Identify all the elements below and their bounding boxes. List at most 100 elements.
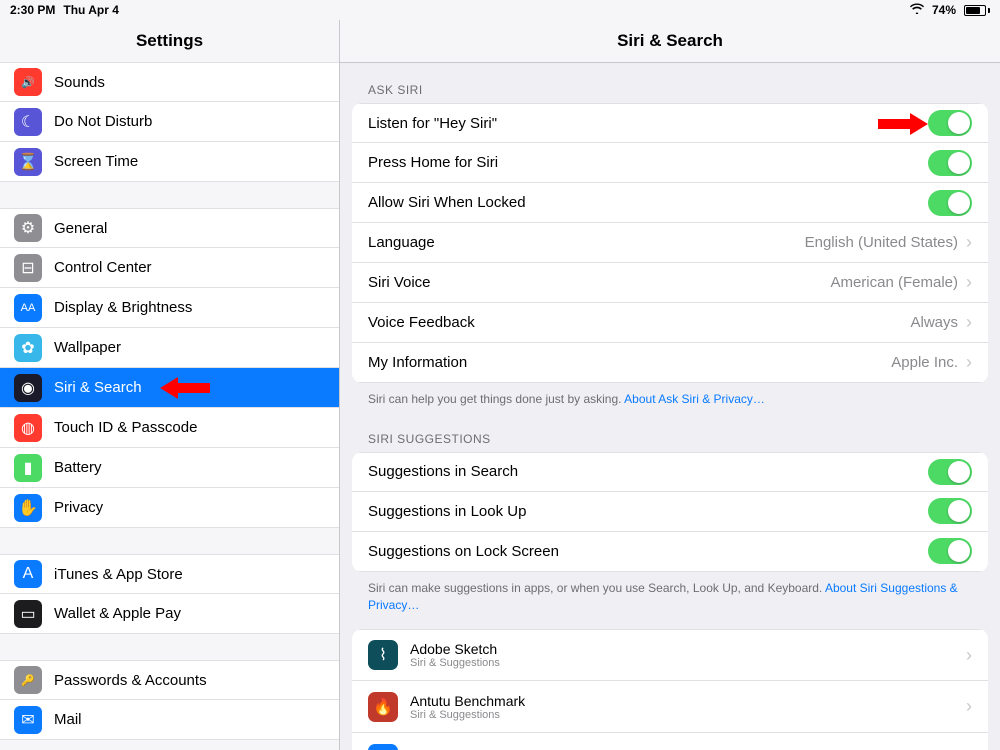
sidebar-item-control-center[interactable]: ⊟ Control Center [0,248,339,288]
app-icon: A [368,744,398,750]
setting-label: Suggestions on Lock Screen [368,543,928,560]
settings-sidebar[interactable]: Settings 🔊 Sounds ☾ Do Not Disturb ⌛ Screen T… [0,20,340,750]
ask-siri-privacy-link[interactable]: About Ask Siri & Privacy… [624,392,765,406]
wallpaper-icon: ✿ [14,334,42,362]
sidebar-item-label: Display & Brightness [54,299,325,316]
setting-row-listen-for-hey-siri-[interactable]: Listen for "Hey Siri" [352,103,988,143]
chevron-right-icon: › [966,232,972,253]
sidebar-item-siri-search[interactable]: ◉ Siri & Search [0,368,339,408]
sidebar-item-battery[interactable]: ▮Battery [0,448,339,488]
display-icon: AA [14,294,42,322]
toggle-allow-siri-when-locked[interactable] [928,190,972,216]
controlcenter-icon: ⊟ [14,254,42,282]
sidebar-item-touch-id-passcode[interactable]: ◍ Touch ID & Passcode [0,408,339,448]
chevron-right-icon: › [966,352,972,373]
chevron-right-icon: › [966,312,972,333]
app-row-app-store[interactable]: AApp Store› [352,733,988,750]
toggle-suggestions-in-search[interactable] [928,459,972,485]
sidebar-item-label: Control Center [54,259,325,276]
setting-label: Suggestions in Search [368,463,928,480]
sidebar-item-wallpaper[interactable]: ✿ Wallpaper [0,328,339,368]
sidebar-item-label: Screen Time [54,153,325,170]
touchid-icon: ◍ [14,414,42,442]
toggle-listen-for-hey-siri-[interactable] [928,110,972,136]
sidebar-item-mail[interactable]: ✉ Mail [0,700,339,740]
sidebar-item-general[interactable]: ⚙ General [0,208,339,248]
sidebar-item-label: Mail [54,711,325,728]
sidebar-item-label: Siri & Search [54,379,325,396]
app-name: Adobe Sketch [410,641,966,657]
setting-row-suggestions-on-lock-screen[interactable]: Suggestions on Lock Screen [352,532,988,572]
siri-icon: ◉ [14,374,42,402]
sidebar-item-label: Wallpaper [54,339,325,356]
setting-row-voice-feedback[interactable]: Voice FeedbackAlways› [352,303,988,343]
app-subtitle: Siri & Suggestions [410,709,966,721]
sidebar-item-label: Do Not Disturb [54,113,325,130]
setting-label: Allow Siri When Locked [368,194,928,211]
suggestions-group: Suggestions in Search Suggestions in Look… [352,452,988,572]
toggle-suggestions-in-look-up[interactable] [928,498,972,524]
passwords-icon: 🔑 [14,666,42,694]
sidebar-title: Settings [0,20,339,62]
sidebar-item-itunes-app-store[interactable]: AiTunes & App Store [0,554,339,594]
sidebar-item-label: Battery [54,459,325,476]
sidebar-item-wallet-apple-pay[interactable]: ▭Wallet & Apple Pay [0,594,339,634]
setting-row-my-information[interactable]: My InformationApple Inc. › [352,343,988,383]
screentime-icon: ⌛ [14,148,42,176]
setting-row-language[interactable]: LanguageEnglish (United States)› [352,223,988,263]
sounds-icon: 🔊 [14,68,42,96]
toggle-suggestions-on-lock-screen[interactable] [928,538,972,564]
app-name: Antutu Benchmark [410,693,966,709]
sidebar-item-label: Touch ID & Passcode [54,419,325,436]
wifi-icon [910,3,924,17]
sidebar-item-label: Wallet & Apple Pay [54,605,325,622]
apps-group: ⌇Adobe SketchSiri & Suggestions›🔥Antutu … [352,629,988,750]
appstore-icon: A [14,560,42,588]
app-subtitle: Siri & Suggestions [410,657,966,669]
setting-label: My Information [368,354,891,371]
setting-label: Press Home for Siri [368,154,928,171]
setting-label: Siri Voice [368,274,830,291]
sidebar-item-label: Privacy [54,499,325,516]
general-icon: ⚙ [14,214,42,242]
toggle-press-home-for-siri[interactable] [928,150,972,176]
section-header-suggestions: Siri Suggestions [352,412,988,452]
sidebar-item-label: General [54,220,325,237]
sidebar-item-sounds[interactable]: 🔊 Sounds [0,62,339,102]
dnd-icon: ☾ [14,108,42,136]
sidebar-item-label: iTunes & App Store [54,566,325,583]
battery-icon [964,5,990,16]
battery-percent: 74% [932,3,956,17]
status-time: 2:30 PM [10,3,55,17]
sidebar-item-privacy[interactable]: ✋ Privacy [0,488,339,528]
app-icon: ⌇ [368,640,398,670]
setting-label: Listen for "Hey Siri" [368,115,928,132]
chevron-right-icon: › [966,696,972,717]
setting-label: Language [368,234,805,251]
app-row-antutu-benchmark[interactable]: 🔥Antutu BenchmarkSiri & Suggestions› [352,681,988,733]
sidebar-item-display-brightness[interactable]: AA Display & Brightness [0,288,339,328]
sidebar-item-passwords-accounts[interactable]: 🔑 Passwords & Accounts [0,660,339,700]
status-bar: 2:30 PM Thu Apr 4 74% [0,0,1000,20]
setting-row-allow-siri-when-locked[interactable]: Allow Siri When Locked [352,183,988,223]
mail-icon: ✉ [14,706,42,734]
sidebar-item-label: Sounds [54,74,325,91]
setting-value: Apple Inc. [891,354,958,371]
privacy-icon: ✋ [14,494,42,522]
setting-row-siri-voice[interactable]: Siri VoiceAmerican (Female) › [352,263,988,303]
setting-row-suggestions-in-look-up[interactable]: Suggestions in Look Up [352,492,988,532]
sidebar-item-label: Passwords & Accounts [54,672,325,689]
setting-row-suggestions-in-search[interactable]: Suggestions in Search [352,452,988,492]
sidebar-item-screen-time[interactable]: ⌛ Screen Time [0,142,339,182]
app-row-adobe-sketch[interactable]: ⌇Adobe SketchSiri & Suggestions› [352,629,988,681]
ask-siri-footer: Siri can help you get things done just b… [352,383,988,412]
detail-pane: Siri & Search Ask Siri Listen for "Hey S… [340,20,1000,750]
setting-value: American (Female) [830,274,958,291]
ask-siri-group: Listen for "Hey Siri" Press Home for Siri… [352,103,988,383]
detail-title: Siri & Search [340,20,1000,63]
sidebar-item-do-not-disturb[interactable]: ☾ Do Not Disturb [0,102,339,142]
chevron-right-icon: › [966,272,972,293]
setting-row-press-home-for-siri[interactable]: Press Home for Siri [352,143,988,183]
section-header-ask-siri: Ask Siri [352,63,988,103]
setting-label: Voice Feedback [368,314,910,331]
